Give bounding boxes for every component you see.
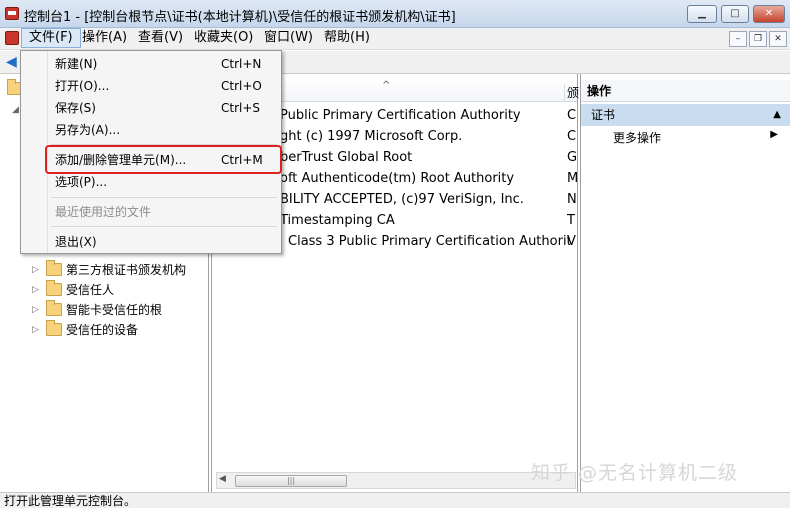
cell-issued-by: C [567, 129, 577, 144]
expand-arrow-icon[interactable]: ▷ [32, 300, 42, 320]
menu-window[interactable]: 窗口(W) [257, 28, 320, 48]
cell-issued-to: oft Authenticode(tm) Root Authority [280, 171, 515, 186]
maximize-button[interactable]: □ [721, 5, 749, 23]
menu-item-label: 退出(X) [55, 235, 97, 249]
actions-pane: 操作 证书 ▲ 更多操作 ▶ 知乎 @无名计算机二级 [531, 74, 790, 492]
cell-issued-by: C [567, 108, 577, 123]
menu-file[interactable]: 文件(F) [21, 28, 81, 48]
folder-icon [46, 260, 62, 276]
more-actions-link[interactable]: 更多操作 [613, 129, 661, 146]
folder-icon [46, 320, 62, 336]
menu-view[interactable]: 查看(V) [131, 28, 190, 48]
cell-issued-to: Class 3 Public Primary Certification Aut… [288, 234, 570, 249]
menu-item-label: 最近使用过的文件 [55, 205, 152, 219]
scrollbar-thumb[interactable]: ||| [235, 475, 347, 487]
menu-item-save[interactable]: 保存(S) Ctrl+S [21, 97, 281, 119]
title-bar: 控制台1 - [控制台根节点\证书(本地计算机)\受信任的根证书颁发机构\证书]… [0, 0, 790, 28]
actions-title: 操作 [581, 80, 790, 102]
cell-issued-by: V [567, 234, 576, 249]
menu-item-open[interactable]: 打开(O)... Ctrl+O [21, 75, 281, 97]
menu-item-label: 另存为(A)... [55, 123, 121, 137]
cell-issued-by: N [567, 192, 577, 207]
menu-action[interactable]: 操作(A) [75, 28, 134, 48]
back-arrow-icon[interactable]: ◀ [6, 55, 20, 69]
menu-item-new[interactable]: 新建(N) Ctrl+N [21, 53, 281, 75]
menu-help[interactable]: 帮助(H) [317, 28, 377, 48]
actions-section-certificates[interactable]: 证书 ▲ [581, 104, 790, 126]
tree-item-trusted-devices[interactable]: ▷ 受信任的设备 [0, 320, 209, 340]
menu-item-recent-files: 最近使用过的文件 [21, 201, 281, 223]
console-menu-icon[interactable] [5, 31, 19, 45]
tree-item-label: 智能卡受信任的根 [66, 303, 163, 317]
window-title: 控制台1 - [控制台根节点\证书(本地计算机)\受信任的根证书颁发机构\证书] [24, 10, 456, 25]
mmc-app-icon [5, 7, 19, 20]
menu-item-save-as[interactable]: 另存为(A)... [21, 119, 281, 141]
red-highlight-box [45, 145, 282, 174]
close-button[interactable]: ✕ [753, 5, 785, 23]
minimize-button[interactable]: ▁ [687, 5, 717, 23]
mdi-restore-button[interactable]: ❐ [749, 31, 767, 47]
collapse-caret-icon[interactable]: ▲ [773, 104, 781, 126]
sort-ascending-icon[interactable]: ^ [382, 80, 390, 91]
menu-item-label: 选项(P)... [55, 175, 108, 189]
watermark-text: 知乎 @无名计算机二级 [531, 462, 739, 484]
actions-section-label: 证书 [591, 108, 616, 122]
expand-arrow-icon[interactable]: ▷ [32, 280, 42, 300]
tree-item-smart-card-trusted-roots[interactable]: ▷ 智能卡受信任的根 [0, 300, 209, 320]
cell-issued-to: berTrust Global Root [280, 150, 413, 165]
cell-issued-to: BILITY ACCEPTED, (c)97 VeriSign, Inc. [280, 192, 524, 207]
horizontal-scrollbar[interactable]: ◀ ||| [216, 472, 576, 489]
menu-item-label: 保存(S) [55, 101, 96, 115]
tree-item-label: 受信任的设备 [66, 323, 139, 337]
folder-icon [46, 280, 62, 296]
menu-bar: 文件(F) 操作(A) 查看(V) 收藏夹(O) 窗口(W) 帮助(H) – ❐… [0, 28, 790, 50]
status-bar: 打开此管理单元控制台。 [0, 492, 790, 508]
scroll-left-arrow-icon[interactable]: ◀ [219, 474, 226, 484]
tree-item-label: 第三方根证书颁发机构 [66, 263, 187, 277]
tree-item-third-party-root-ca[interactable]: ▷ 第三方根证书颁发机构 [0, 260, 209, 280]
cell-issued-by: T [567, 213, 575, 228]
menu-item-options[interactable]: 选项(P)... [21, 171, 281, 193]
cell-issued-to: ght (c) 1997 Microsoft Corp. [280, 129, 463, 144]
menu-item-shortcut: Ctrl+N [221, 57, 262, 71]
mdi-minimize-button[interactable]: – [729, 31, 747, 47]
submenu-arrow-icon[interactable]: ▶ [770, 129, 778, 140]
cell-issued-by: G [567, 150, 577, 165]
cell-issued-to: Public Primary Certification Authority [280, 108, 521, 123]
menu-item-label: 打开(O)... [55, 79, 110, 93]
menu-favorites[interactable]: 收藏夹(O) [187, 28, 260, 48]
menu-item-shortcut: Ctrl+S [221, 101, 261, 115]
column-header-issued-by[interactable]: 颁 [564, 84, 579, 102]
cell-issued-to: Timestamping CA [280, 213, 395, 228]
folder-icon [46, 300, 62, 316]
expand-arrow-icon[interactable]: ▷ [32, 320, 42, 340]
tree-item-label: 受信任人 [66, 283, 115, 297]
menu-item-label: 新建(N) [55, 57, 98, 71]
menu-separator [51, 197, 277, 198]
tree-item-trusted-people[interactable]: ▷ 受信任人 [0, 280, 209, 300]
mdi-close-button[interactable]: ✕ [769, 31, 787, 47]
file-menu-dropdown: 新建(N) Ctrl+N 打开(O)... Ctrl+O 保存(S) Ctrl+… [20, 50, 282, 254]
menu-item-shortcut: Ctrl+O [221, 79, 262, 93]
cell-issued-by: M [567, 171, 577, 186]
menu-item-exit[interactable]: 退出(X) [21, 231, 281, 253]
expand-arrow-icon[interactable]: ▷ [32, 260, 42, 280]
menu-separator [51, 226, 277, 227]
